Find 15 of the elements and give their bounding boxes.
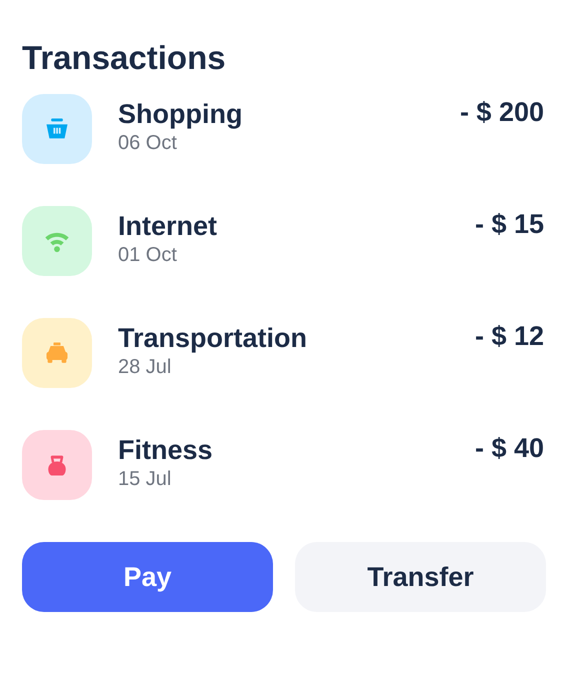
transaction-name: Shopping <box>118 98 244 131</box>
transaction-name: Internet <box>118 210 218 243</box>
section-title: Transactions <box>22 38 227 78</box>
transaction-amount: - $ 15 <box>474 208 544 241</box>
transaction-name: Transportation <box>118 322 308 355</box>
transaction-name: Fitness <box>118 434 214 467</box>
transaction-date: 01 Oct <box>118 243 178 267</box>
transaction-amount: - $ 12 <box>474 320 544 353</box>
transaction-date: 06 Oct <box>118 131 178 155</box>
transaction-date: 28 Jul <box>118 355 172 379</box>
transaction-amount: - $ 40 <box>474 432 544 465</box>
pay-button[interactable]: Pay <box>22 542 273 612</box>
transfer-button[interactable]: Transfer <box>295 542 546 612</box>
transaction-amount: - $ 200 <box>460 96 544 129</box>
transaction-date: 15 Jul <box>118 467 172 491</box>
